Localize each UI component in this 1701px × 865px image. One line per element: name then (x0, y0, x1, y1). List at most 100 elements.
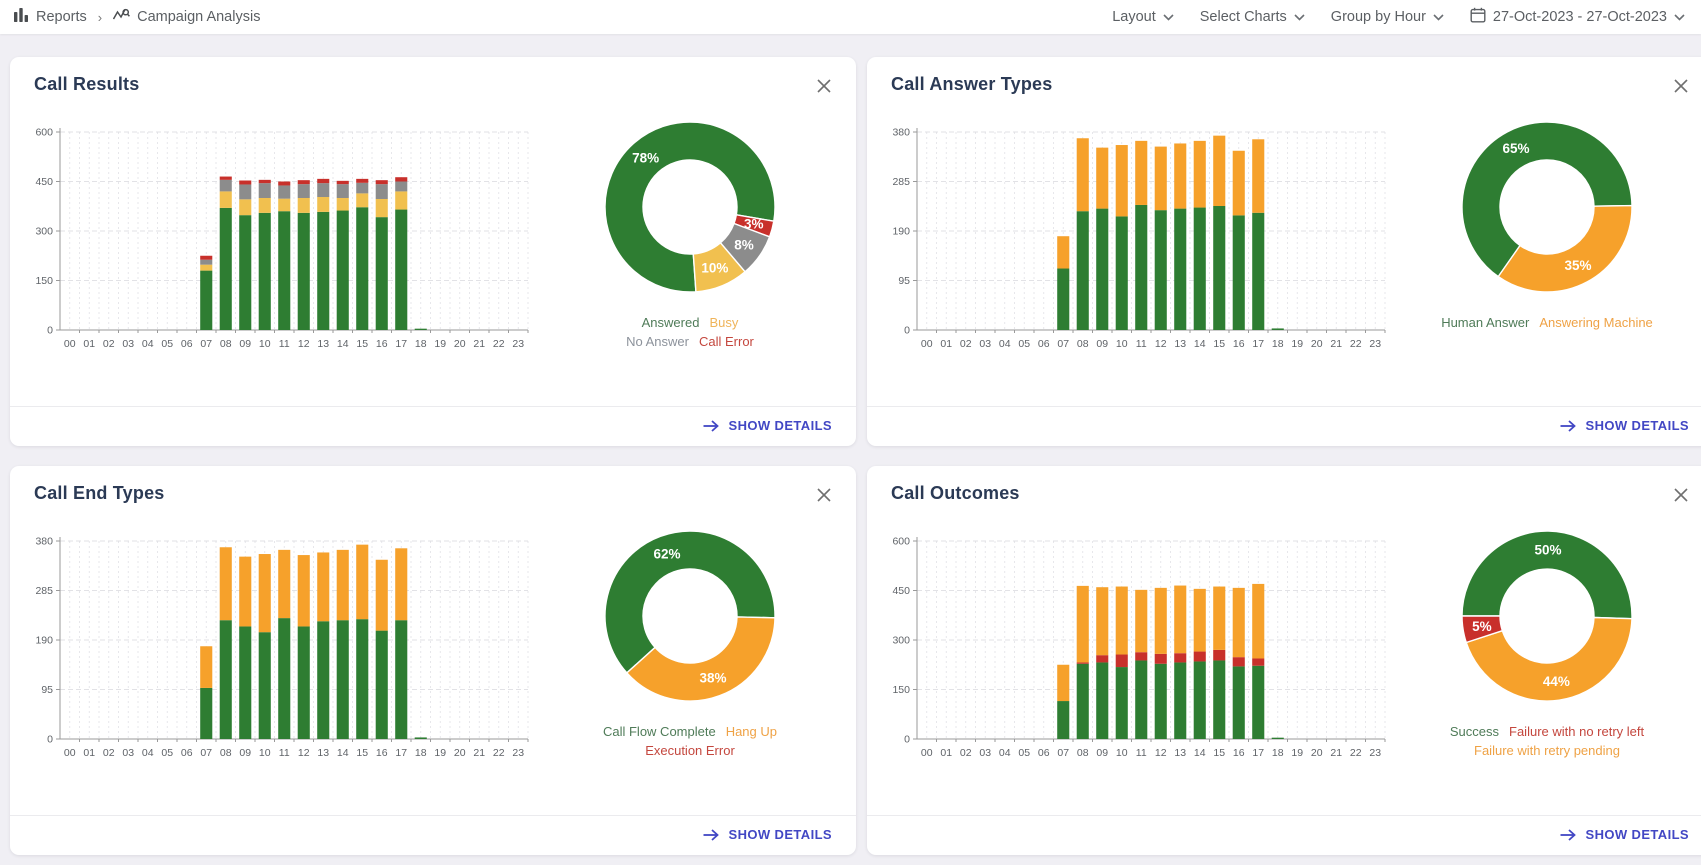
group-by-dropdown[interactable]: Group by Hour (1331, 9, 1444, 25)
chart-legend: Call Flow Complete Hang Up Execution Error (598, 723, 782, 761)
svg-text:03: 03 (122, 747, 134, 759)
svg-text:13: 13 (317, 338, 329, 350)
svg-text:285: 285 (892, 176, 910, 188)
show-details-link[interactable]: SHOW DETAILS (1560, 418, 1690, 433)
legend-item[interactable]: Answered (642, 315, 700, 330)
svg-text:14: 14 (1194, 747, 1206, 759)
select-charts-dropdown[interactable]: Select Charts (1200, 9, 1305, 25)
svg-text:10%: 10% (701, 261, 728, 276)
close-icon[interactable] (812, 74, 836, 98)
legend-item[interactable]: Busy (709, 315, 738, 330)
svg-text:23: 23 (1369, 747, 1381, 759)
show-details-link[interactable]: SHOW DETAILS (1560, 827, 1690, 842)
svg-text:8%: 8% (734, 237, 754, 252)
svg-text:00: 00 (64, 338, 76, 350)
legend-item[interactable]: Success (1450, 724, 1499, 739)
card-title: Call End Types (34, 483, 165, 504)
chart-legend: Human Answer Answering Machine (1436, 314, 1658, 333)
svg-text:16: 16 (1233, 338, 1245, 350)
arrow-right-icon (703, 829, 719, 841)
svg-text:02: 02 (103, 338, 115, 350)
layout-dropdown[interactable]: Layout (1112, 9, 1174, 25)
svg-text:00: 00 (921, 338, 933, 350)
svg-text:17: 17 (1252, 338, 1264, 350)
svg-text:02: 02 (960, 747, 972, 759)
show-details-link[interactable]: SHOW DETAILS (703, 418, 833, 433)
close-icon[interactable] (1669, 74, 1693, 98)
svg-text:18: 18 (415, 747, 427, 759)
svg-text:03: 03 (979, 338, 991, 350)
svg-text:18: 18 (415, 338, 427, 350)
chart-legend: Answered Busy No Answer Call Error (621, 314, 759, 352)
svg-text:07: 07 (200, 747, 212, 759)
svg-text:12: 12 (1155, 747, 1167, 759)
legend-item[interactable]: Human Answer (1441, 315, 1529, 330)
legend-item[interactable]: Answering Machine (1539, 315, 1652, 330)
svg-text:22: 22 (493, 338, 505, 350)
svg-text:04: 04 (142, 747, 154, 759)
svg-text:07: 07 (1057, 338, 1069, 350)
svg-text:16: 16 (376, 747, 388, 759)
legend-item[interactable]: Failure with no retry left (1509, 724, 1644, 739)
close-icon[interactable] (1669, 483, 1693, 507)
legend-item[interactable]: Call Flow Complete (603, 724, 716, 739)
bar-chart: 0951902853800001020304050607080910111213… (877, 108, 1393, 359)
card-call-results: Call Results 015030045060000010203040506… (10, 57, 856, 446)
svg-text:44%: 44% (1543, 674, 1570, 689)
svg-text:19: 19 (1291, 747, 1303, 759)
svg-text:600: 600 (35, 127, 53, 139)
legend-item[interactable]: Hang Up (726, 724, 777, 739)
arrow-right-icon (703, 420, 719, 432)
bar-chart-icon (14, 8, 29, 26)
svg-text:10: 10 (1116, 338, 1128, 350)
top-controls: Layout Select Charts Group by Hour 27-Oc… (1112, 7, 1685, 27)
svg-text:38%: 38% (699, 670, 726, 685)
svg-text:17: 17 (1252, 747, 1264, 759)
svg-text:09: 09 (239, 747, 251, 759)
svg-text:15: 15 (356, 747, 368, 759)
bar-chart: 0951902853800001020304050607080910111213… (20, 517, 536, 768)
show-details-link[interactable]: SHOW DETAILS (703, 827, 833, 842)
svg-text:21: 21 (1330, 747, 1342, 759)
svg-text:0: 0 (47, 325, 53, 337)
breadcrumb-campaign-analysis: Campaign Analysis (113, 8, 260, 26)
svg-text:19: 19 (1291, 338, 1303, 350)
svg-text:380: 380 (892, 127, 910, 139)
svg-text:11: 11 (1136, 338, 1147, 350)
svg-text:13: 13 (1174, 338, 1186, 350)
legend-item[interactable]: Failure with retry pending (1474, 743, 1620, 758)
breadcrumb-reports[interactable]: Reports (14, 8, 87, 26)
svg-text:16: 16 (376, 338, 388, 350)
svg-text:18: 18 (1272, 338, 1284, 350)
svg-text:04: 04 (142, 338, 154, 350)
legend-item[interactable]: Call Error (699, 334, 754, 349)
card-call-answer-types: Call Answer Types 0951902853800001020304… (867, 57, 1701, 446)
svg-text:450: 450 (35, 176, 53, 188)
line-chart-icon (113, 8, 130, 26)
show-details-label: SHOW DETAILS (729, 827, 833, 842)
svg-text:20: 20 (1311, 747, 1323, 759)
svg-text:35%: 35% (1564, 258, 1591, 273)
svg-text:62%: 62% (653, 547, 680, 562)
card-call-end-types: Call End Types 0951902853800001020304050… (10, 466, 856, 855)
svg-text:13: 13 (317, 747, 329, 759)
select-charts-dropdown-label: Select Charts (1200, 9, 1287, 25)
close-icon[interactable] (812, 483, 836, 507)
date-range-picker[interactable]: 27-Oct-2023 - 27-Oct-2023 (1470, 7, 1685, 27)
show-details-label: SHOW DETAILS (1586, 827, 1690, 842)
svg-text:15: 15 (1213, 747, 1225, 759)
top-bar: Reports › Campaign Analysis Layout Selec… (0, 0, 1701, 34)
legend-item[interactable]: Execution Error (645, 743, 735, 758)
svg-text:16: 16 (1233, 747, 1245, 759)
card-title: Call Answer Types (891, 74, 1052, 95)
svg-text:20: 20 (454, 747, 466, 759)
svg-text:65%: 65% (1502, 141, 1529, 156)
svg-text:150: 150 (35, 275, 53, 287)
svg-text:19: 19 (434, 338, 446, 350)
svg-text:09: 09 (1096, 338, 1108, 350)
legend-item[interactable]: No Answer (626, 334, 689, 349)
svg-text:95: 95 (898, 275, 910, 287)
svg-text:08: 08 (220, 338, 232, 350)
svg-text:23: 23 (512, 747, 524, 759)
svg-text:03: 03 (122, 338, 134, 350)
